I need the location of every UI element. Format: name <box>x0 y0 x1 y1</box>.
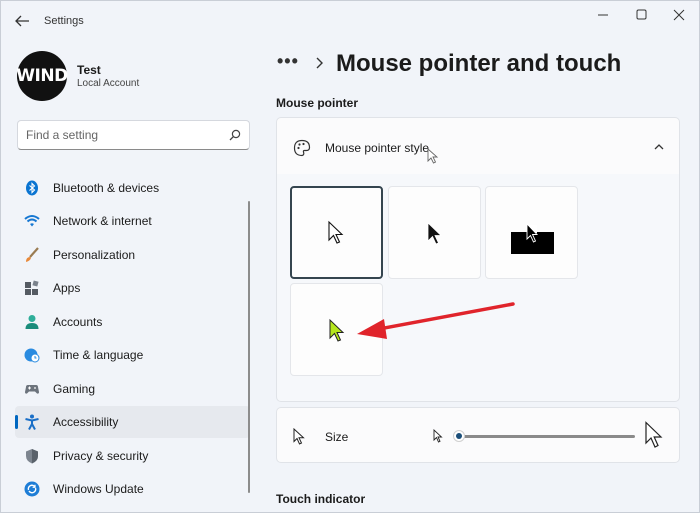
sidebar-scrollbar[interactable] <box>248 201 250 493</box>
size-setting-card: Size <box>276 407 680 463</box>
pointer-option-inverted[interactable] <box>485 186 578 279</box>
mouse-pointer-style-label: Mouse pointer style <box>325 141 430 155</box>
title-bar: Settings <box>1 1 700 41</box>
size-slider[interactable] <box>453 428 637 444</box>
custom-color-pointer-icon <box>329 318 345 342</box>
brush-icon <box>26 247 39 262</box>
maximize-icon[interactable] <box>627 7 655 23</box>
section-title-touch-indicator: Touch indicator <box>276 492 366 506</box>
app-title: Settings <box>44 15 84 27</box>
pointer-option-black[interactable] <box>388 186 481 279</box>
wifi-icon <box>24 215 40 227</box>
breadcrumb-overflow[interactable]: ••• <box>277 51 299 72</box>
mouse-cursor-icon <box>427 148 439 164</box>
user-name: Test <box>77 63 101 77</box>
small-pointer-icon <box>433 429 443 443</box>
sidebar-item-label: Privacy & security <box>53 449 149 463</box>
sidebar-item-windows-update[interactable]: Windows Update <box>15 473 250 505</box>
sidebar-item-time-language[interactable]: Time & language <box>15 339 250 371</box>
sidebar-item-network[interactable]: Network & internet <box>15 205 250 237</box>
shield-icon <box>26 449 38 464</box>
sidebar-item-label: Network & internet <box>53 214 152 228</box>
avatar: WIND <box>16 51 68 101</box>
sidebar-item-bluetooth[interactable]: Bluetooth & devices <box>15 172 250 204</box>
sidebar-item-label: Bluetooth & devices <box>53 181 160 195</box>
search-placeholder: Find a setting <box>26 128 99 142</box>
search-input[interactable]: Find a setting <box>17 120 250 150</box>
chevron-up-icon[interactable] <box>653 142 665 152</box>
sidebar-item-label: Apps <box>53 281 81 295</box>
black-pointer-icon <box>427 222 442 245</box>
close-icon[interactable] <box>665 7 693 23</box>
pointer-option-white[interactable] <box>290 186 383 279</box>
pointer-option-custom[interactable] <box>290 283 383 376</box>
bluetooth-icon <box>26 180 38 196</box>
sidebar-item-personalization[interactable]: Personalization <box>15 239 250 271</box>
search-icon <box>229 129 241 141</box>
apps-icon <box>25 280 39 295</box>
white-pointer-icon <box>328 220 344 244</box>
pointer-style-options <box>276 174 680 402</box>
palette-icon <box>293 139 311 157</box>
sidebar-item-gaming[interactable]: Gaming <box>15 373 250 405</box>
accessibility-icon <box>25 414 39 430</box>
minimize-icon[interactable] <box>589 7 617 23</box>
person-icon <box>25 315 39 329</box>
sidebar-item-label: Gaming <box>53 382 96 396</box>
inverted-pointer-icon <box>511 223 554 254</box>
account-type: Local Account <box>77 78 140 89</box>
sidebar-item-accessibility[interactable]: Accessibility <box>15 406 250 438</box>
gamepad-icon <box>25 385 39 394</box>
page-title: Mouse pointer and touch <box>336 50 622 77</box>
sidebar-item-privacy[interactable]: Privacy & security <box>15 440 250 472</box>
slider-thumb[interactable] <box>453 430 465 442</box>
active-indicator <box>15 415 18 429</box>
sidebar-item-apps[interactable]: Apps <box>15 272 250 304</box>
sidebar-item-label: Time & language <box>53 348 144 362</box>
sidebar-item-label: Windows Update <box>53 482 144 496</box>
mouse-pointer-style-expander[interactable]: Mouse pointer style <box>276 117 680 175</box>
section-title-mouse-pointer: Mouse pointer <box>276 96 359 110</box>
large-pointer-icon <box>645 421 663 448</box>
sidebar-item-label: Personalization <box>53 248 136 262</box>
back-arrow-icon[interactable] <box>13 13 31 29</box>
slider-track <box>459 435 635 438</box>
globe-clock-icon <box>24 348 40 363</box>
update-icon <box>24 481 40 497</box>
sidebar-item-label: Accounts <box>53 315 103 329</box>
sidebar-item-label: Accessibility <box>53 415 119 429</box>
pointer-size-icon <box>293 428 305 445</box>
chevron-right-icon <box>316 57 323 69</box>
sidebar-item-accounts[interactable]: Accounts <box>15 306 250 338</box>
size-label: Size <box>325 430 349 444</box>
